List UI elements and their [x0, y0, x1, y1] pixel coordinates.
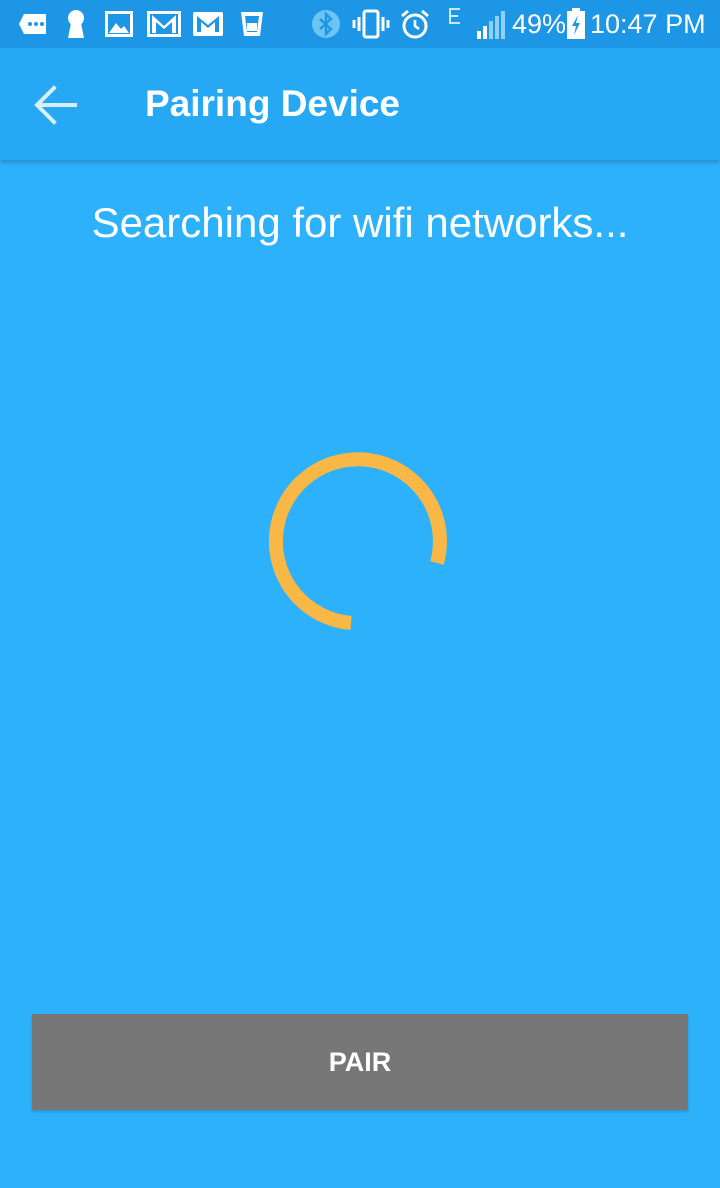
vibrate-icon — [352, 8, 390, 40]
status-message: Searching for wifi networks... — [91, 199, 629, 246]
cup-icon — [238, 8, 266, 40]
loading-spinner-icon — [263, 445, 455, 637]
gmail-icon — [146, 8, 182, 40]
battery-percent: 49% — [512, 9, 567, 39]
page-title: Pairing Device — [145, 83, 401, 124]
gmail-icon — [192, 8, 224, 40]
keyhole-icon — [62, 8, 90, 40]
gallery-icon — [104, 8, 134, 40]
app-bar: Pairing Device — [0, 48, 720, 160]
bluetooth-icon — [311, 8, 341, 40]
back-button[interactable] — [22, 72, 88, 138]
status-bar: 49% 10:47 PM — [0, 0, 720, 48]
alarm-icon — [398, 8, 432, 40]
signal-icon — [476, 8, 508, 40]
pair-button[interactable]: PAIR — [32, 1014, 688, 1110]
network-e-icon — [447, 6, 463, 26]
clock: 10:47 PM — [590, 9, 706, 39]
arrow-back-icon — [33, 83, 77, 127]
battery-charging-icon — [565, 8, 587, 40]
message-icon — [16, 8, 50, 40]
